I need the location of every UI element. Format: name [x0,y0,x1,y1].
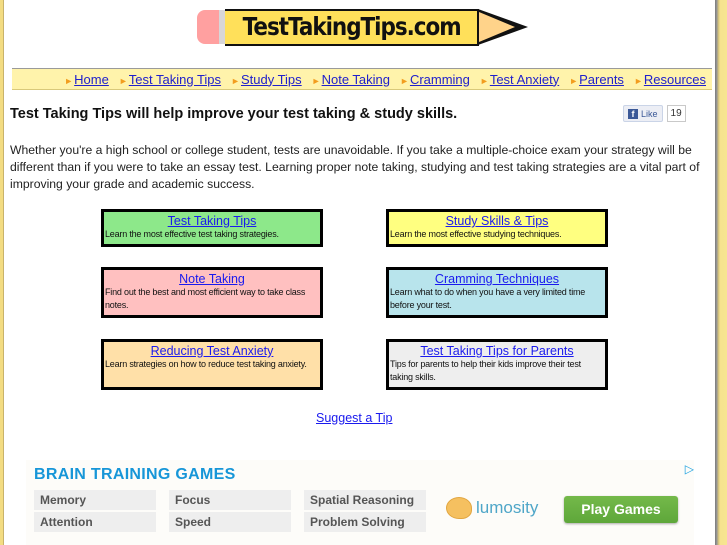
like-label: Like [641,108,658,119]
facebook-icon: f [628,108,638,119]
box-description: Learn the most effective test taking str… [105,229,279,239]
nav-link[interactable]: Cramming [410,72,470,87]
arrow-icon: ► [479,75,489,86]
arrow-icon: ► [569,75,579,86]
site-logo[interactable]: TestTakingTips.com [197,9,529,46]
pencil-eraser [197,10,219,44]
nav-link[interactable]: Parents [579,72,624,87]
nav-item-cramming[interactable]: ►Cramming [400,72,470,87]
play-games-button[interactable]: Play Games [564,496,678,523]
box-title-link[interactable]: Study Skills & Tips [389,214,605,228]
box-description: Learn what to do when you have a very li… [390,287,586,310]
box-description: Learn the most effective studying techni… [390,229,562,239]
lumosity-logo[interactable]: lumosity [446,497,538,519]
logo-text: TestTakingTips.com [242,12,462,41]
ad-category[interactable]: Problem Solving [304,512,426,532]
facebook-like-button[interactable]: f Like [623,105,663,122]
feature-box-test-anxiety: Reducing Test Anxiety Learn strategies o… [101,339,323,390]
box-description: Tips for parents to help their kids impr… [390,359,581,382]
arrow-icon: ► [64,75,74,86]
ad-category[interactable]: Focus [169,490,291,510]
nav-link[interactable]: Study Tips [241,72,302,87]
nav-item-resources[interactable]: ►Resources [634,72,706,87]
brain-icon [446,497,472,519]
nav-item-test-anxiety[interactable]: ►Test Anxiety [480,72,559,87]
box-title-link[interactable]: Note Taking [104,272,320,286]
box-title-link[interactable]: Reducing Test Anxiety [104,344,320,358]
arrow-icon: ► [118,75,128,86]
nav-link[interactable]: Note Taking [322,72,390,87]
page-right-border [715,0,727,545]
pencil-tip-wood [479,12,515,42]
adchoices-icon[interactable]: ▷ [685,462,694,476]
brand-name: lumosity [476,498,539,517]
nav-item-home[interactable]: ►Home [64,72,109,87]
suggest-tip-link[interactable]: Suggest a Tip [316,411,392,425]
feature-box-note-taking: Note Taking Find out the best and most e… [101,267,323,318]
box-description: Learn strategies on how to reduce test t… [105,359,307,369]
nav-item-test-taking-tips[interactable]: ►Test Taking Tips [119,72,221,87]
page-headline: Test Taking Tips will help improve your … [10,106,458,122]
intro-paragraph: Whether you're a high school or college … [10,143,700,191]
nav-item-parents[interactable]: ►Parents [569,72,624,87]
arrow-icon: ► [400,75,409,86]
box-title-link[interactable]: Cramming Techniques [389,272,605,286]
feature-box-test-taking-tips: Test Taking Tips Learn the most effectiv… [101,209,323,247]
like-count: 19 [666,105,686,122]
arrow-icon: ► [633,75,643,86]
ad-category[interactable]: Spatial Reasoning [304,490,426,510]
box-title-link[interactable]: Test Taking Tips for Parents [389,344,605,358]
feature-box-study-skills: Study Skills & Tips Learn the most effec… [386,209,608,247]
nav-item-note-taking[interactable]: ►Note Taking [312,72,390,87]
ad-category[interactable]: Speed [169,512,291,532]
nav-link[interactable]: Resources [644,72,706,87]
nav-item-study-tips[interactable]: ►Study Tips [231,72,302,87]
nav-link[interactable]: Test Taking Tips [129,72,221,87]
box-description: Find out the best and most efficient way… [105,287,306,310]
nav-link[interactable]: Test Anxiety [490,72,559,87]
ad-category[interactable]: Attention [34,512,156,532]
box-title-link[interactable]: Test Taking Tips [104,214,320,228]
main-nav: ►Home ►Test Taking Tips ►Study Tips ►Not… [12,68,712,90]
arrow-icon: ► [231,75,240,86]
feature-box-parents: Test Taking Tips for Parents Tips for pa… [386,339,608,390]
page-content: TestTakingTips.com ►Home ►Test Taking Ti… [4,0,715,545]
ad-title: BRAIN TRAINING GAMES [34,466,236,483]
brain-training-ad[interactable]: BRAIN TRAINING GAMES ▷ Memory Focus Spat… [26,460,694,545]
ad-category[interactable]: Memory [34,490,156,510]
feature-box-cramming: Cramming Techniques Learn what to do whe… [386,267,608,318]
facebook-like-widget: f Like 19 [623,105,686,122]
arrow-icon: ► [311,75,321,86]
nav-link[interactable]: Home [74,72,109,87]
